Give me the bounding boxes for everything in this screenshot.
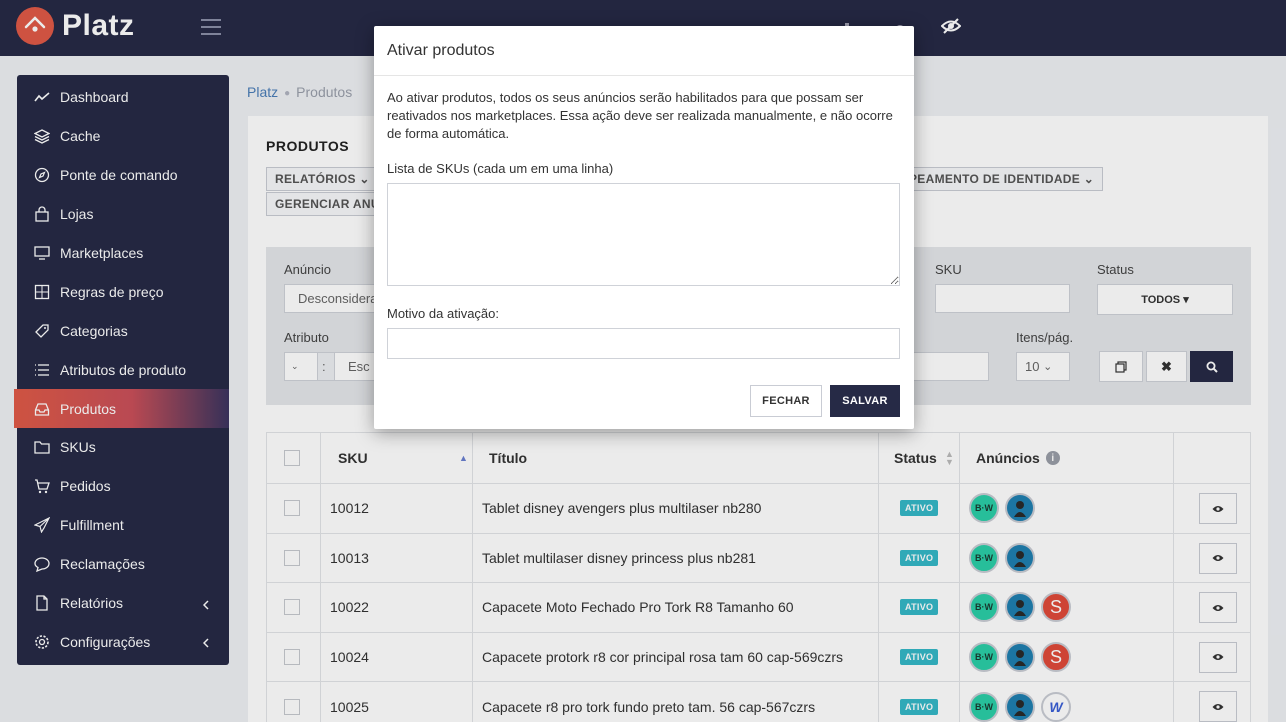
modal-title: Ativar produtos	[374, 26, 914, 76]
fechar-button[interactable]: FECHAR	[750, 385, 822, 417]
ativar-produtos-modal: Ativar produtos Ao ativar produtos, todo…	[374, 26, 914, 429]
motivo-label: Motivo da ativação:	[387, 306, 500, 321]
modal-description: Ao ativar produtos, todos os seus anúnci…	[387, 90, 893, 141]
skus-list-label: Lista de SKUs (cada um em uma linha)	[387, 161, 614, 176]
salvar-button[interactable]: SALVAR	[830, 385, 900, 417]
skus-list-textarea[interactable]	[387, 183, 900, 286]
modal-body: Ao ativar produtos, todos os seus anúnci…	[374, 76, 914, 372]
motivo-input[interactable]	[387, 328, 900, 359]
